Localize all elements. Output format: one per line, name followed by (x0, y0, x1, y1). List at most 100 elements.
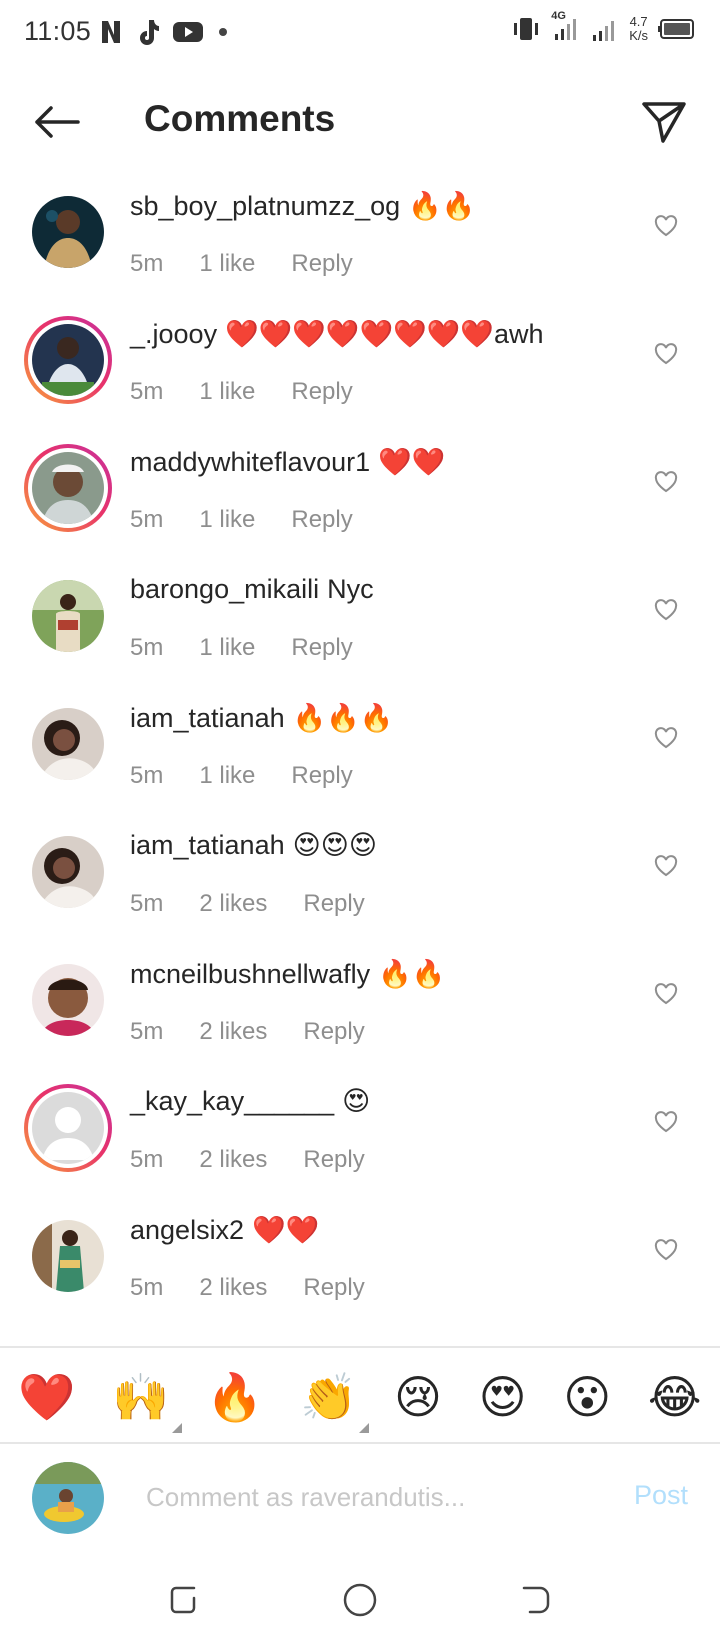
comment-meta: 5m 2 likes Reply (130, 1018, 401, 1046)
comment-row: iam_tatianah 😍😍😍 5m 2 likes Reply (0, 820, 720, 948)
like-comment-button[interactable] (650, 594, 682, 626)
reply-button[interactable]: Reply (291, 378, 352, 406)
reaction-raised-hands[interactable]: 🙌 (112, 1371, 182, 1433)
avatar[interactable] (24, 828, 112, 916)
comment-time: 5m (130, 378, 164, 405)
comment-meta: 5m 2 likes Reply (130, 1274, 401, 1302)
like-comment-button[interactable] (650, 850, 682, 882)
back-nav-icon[interactable] (516, 1580, 556, 1620)
comment-likes[interactable]: 1 like (199, 634, 255, 662)
comment-row: maddywhiteflavour1 ❤️❤️ 5m 1 like Reply (0, 436, 720, 564)
comment-text: 😍😍😍 (292, 830, 378, 860)
comment-text: ❤️❤️ (378, 447, 446, 477)
avatar[interactable] (24, 1084, 112, 1172)
page-title: Comments (144, 98, 336, 139)
comment-username[interactable]: sb_boy_platnumzz_og (130, 191, 400, 222)
reply-button[interactable]: Reply (303, 1274, 364, 1302)
avatar[interactable] (24, 956, 112, 1044)
comment-username[interactable]: iam_tatianah (130, 830, 285, 861)
comment-time: 5m (130, 1018, 164, 1045)
comment-body: _.joooy ❤️❤️❤️❤️❤️❤️❤️❤️awh (130, 318, 544, 350)
comment-username[interactable]: angelsix2 (130, 1215, 244, 1246)
comment-username[interactable]: _.joooy (130, 319, 217, 350)
comment-likes[interactable]: 2 likes (199, 1146, 267, 1174)
avatar[interactable] (24, 188, 112, 276)
comment-username[interactable]: barongo_mikaili (130, 574, 319, 605)
reaction-fire[interactable]: 🔥 (206, 1371, 263, 1423)
status-time: 11:05 (24, 16, 92, 46)
comment-input[interactable] (144, 1474, 598, 1520)
comment-row: _kay_kay______ 😍 5m 2 likes Reply (0, 1076, 720, 1204)
comment-meta: 5m 2 likes Reply (130, 890, 401, 918)
share-button[interactable] (636, 94, 692, 150)
comment-username[interactable]: _kay_kay______ (130, 1086, 334, 1117)
comment-meta: 5m 1 like Reply (130, 378, 389, 406)
reaction-clap[interactable]: 👏 (300, 1371, 370, 1433)
heart-outline-icon (654, 599, 678, 621)
reply-button[interactable]: Reply (291, 250, 352, 278)
like-comment-button[interactable] (650, 722, 682, 754)
comment-likes[interactable]: 1 like (199, 378, 255, 406)
comment-meta: 5m 2 likes Reply (130, 1146, 401, 1174)
heart-outline-icon (654, 343, 678, 365)
comment-row: angelsix2 ❤️❤️ 5m 2 likes Reply (0, 1204, 720, 1332)
vibrate-icon (514, 18, 539, 40)
reaction-heart-eyes[interactable]: 😍 (479, 1371, 527, 1423)
comment-likes[interactable]: 2 likes (199, 1274, 267, 1302)
post-button[interactable]: Post (634, 1480, 688, 1511)
comment-likes[interactable]: 1 like (199, 506, 255, 534)
avatar[interactable] (24, 700, 112, 788)
heart-outline-icon (654, 471, 678, 493)
reply-button[interactable]: Reply (303, 890, 364, 918)
comment-time: 5m (130, 1274, 164, 1301)
comment-likes[interactable]: 2 likes (199, 890, 267, 918)
reply-button[interactable]: Reply (291, 634, 352, 662)
reply-button[interactable]: Reply (303, 1018, 364, 1046)
comment-row: _.joooy ❤️❤️❤️❤️❤️❤️❤️❤️awh 5m 1 like Re… (0, 308, 720, 436)
like-comment-button[interactable] (650, 978, 682, 1010)
home-icon[interactable] (340, 1580, 380, 1620)
back-button[interactable] (28, 98, 84, 146)
signal-4g-icon: 4G (551, 10, 581, 44)
like-comment-button[interactable] (650, 210, 682, 242)
comment-body: maddywhiteflavour1 ❤️❤️ (130, 446, 445, 478)
comment-meta: 5m 1 like Reply (130, 634, 389, 662)
avatar-image (32, 452, 104, 524)
like-comment-button[interactable] (650, 1106, 682, 1138)
paper-plane-icon (642, 102, 686, 143)
comment-username[interactable]: mcneilbushnellwafly (130, 959, 370, 990)
reaction-laughing[interactable]: 😂 (648, 1371, 702, 1423)
comment-meta: 5m 1 like Reply (130, 762, 389, 790)
comment-username[interactable]: iam_tatianah (130, 703, 285, 734)
reaction-heart[interactable]: ❤️ (18, 1371, 75, 1423)
system-nav-bar (0, 1560, 720, 1640)
like-comment-button[interactable] (650, 1234, 682, 1266)
comment-composer: Post (0, 1448, 720, 1548)
comment-likes[interactable]: 1 like (199, 762, 255, 790)
reply-button[interactable]: Reply (303, 1146, 364, 1174)
reply-button[interactable]: Reply (291, 506, 352, 534)
reaction-crying[interactable]: 😢 (394, 1371, 442, 1423)
like-comment-button[interactable] (650, 466, 682, 498)
comment-text: 😍 (342, 1086, 371, 1116)
heart-outline-icon (654, 855, 678, 877)
comment-likes[interactable]: 2 likes (199, 1018, 267, 1046)
heart-outline-icon (654, 1111, 678, 1133)
like-comment-button[interactable] (650, 338, 682, 370)
avatar[interactable] (24, 1212, 112, 1300)
current-user-avatar (32, 1462, 104, 1534)
comment-likes[interactable]: 1 like (199, 250, 255, 278)
skin-tone-indicator (171, 1423, 182, 1433)
recent-apps-icon[interactable] (164, 1580, 204, 1620)
avatar-image (32, 580, 104, 652)
comment-body: iam_tatianah 🔥🔥🔥 (130, 702, 393, 734)
heart-outline-icon (654, 727, 678, 749)
comment-username[interactable]: maddywhiteflavour1 (130, 447, 370, 478)
reaction-surprised[interactable]: 😮 (563, 1371, 611, 1423)
avatar[interactable] (24, 572, 112, 660)
comment-text: Nyc (327, 574, 374, 604)
reply-button[interactable]: Reply (291, 762, 352, 790)
avatar[interactable] (24, 444, 112, 532)
avatar[interactable] (24, 316, 112, 404)
status-app-icons (98, 18, 230, 46)
